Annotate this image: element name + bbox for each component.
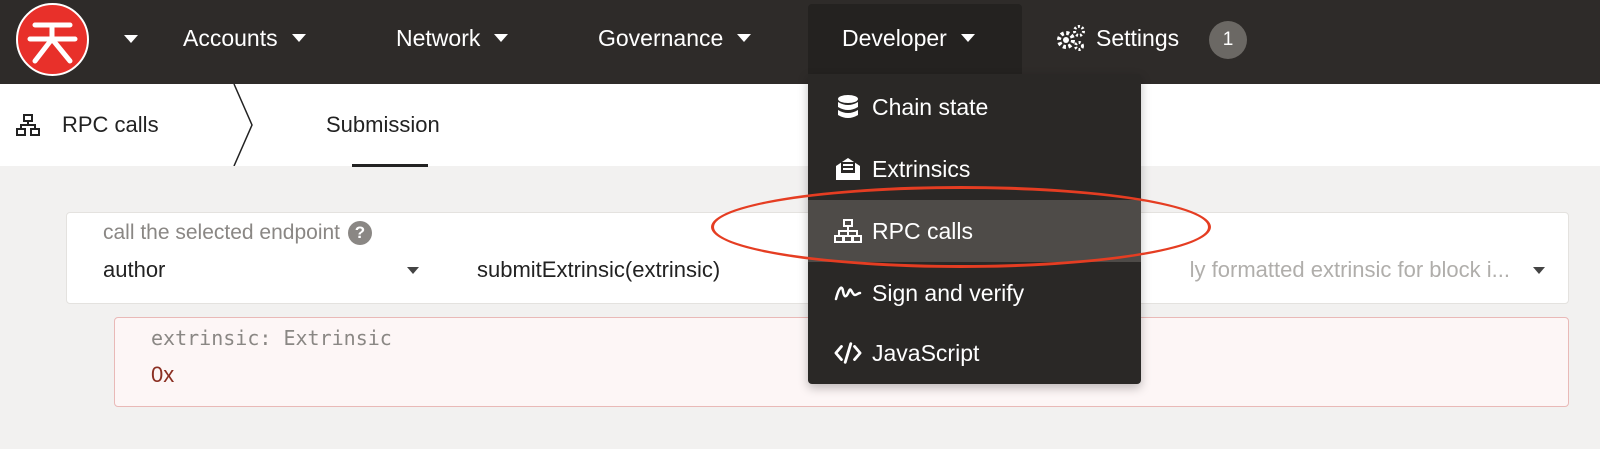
signature-icon bbox=[834, 279, 862, 307]
chevron-down-icon bbox=[960, 33, 975, 42]
top-navigation-bar: Accounts Network Governance Developer Se… bbox=[0, 0, 1600, 84]
chevron-down-icon[interactable] bbox=[1533, 267, 1545, 274]
help-icon[interactable]: ? bbox=[348, 221, 372, 245]
menu-item-label: Sign and verify bbox=[872, 279, 1025, 306]
chevron-down-icon[interactable] bbox=[407, 267, 419, 274]
menu-item-extrinsics[interactable]: Extrinsics bbox=[808, 138, 1141, 200]
method-select[interactable]: submitExtrinsic(extrinsic) bbox=[477, 257, 720, 283]
nav-governance[interactable]: Governance bbox=[598, 18, 752, 58]
menu-item-label: Extrinsics bbox=[872, 155, 971, 182]
network-icon bbox=[16, 114, 40, 136]
logo-glyph-icon bbox=[27, 22, 78, 64]
chevron-down-icon bbox=[291, 33, 306, 42]
database-icon bbox=[834, 93, 862, 121]
param-label: extrinsic: Extrinsic bbox=[151, 326, 392, 350]
tab-submission[interactable]: Submission bbox=[326, 112, 440, 138]
param-value[interactable]: 0x bbox=[151, 362, 174, 388]
developer-dropdown-menu: Chain state Extrinsics RPC calls Sign an… bbox=[808, 74, 1141, 384]
nav-network-label: Network bbox=[396, 25, 481, 51]
breadcrumb-separator-icon bbox=[233, 84, 253, 166]
nav-network[interactable]: Network bbox=[396, 18, 509, 58]
nav-governance-label: Governance bbox=[598, 25, 724, 51]
nav-developer-label: Developer bbox=[842, 25, 947, 51]
code-icon bbox=[834, 339, 862, 367]
gears-icon bbox=[1057, 25, 1085, 51]
active-tab-indicator bbox=[352, 164, 428, 167]
chevron-down-icon bbox=[737, 33, 752, 42]
nav-settings-label: Settings bbox=[1096, 25, 1180, 51]
settings-notification-badge: 1 bbox=[1209, 21, 1247, 59]
menu-item-sign-and-verify[interactable]: Sign and verify bbox=[808, 262, 1141, 324]
section-select[interactable]: author bbox=[103, 257, 415, 283]
network-icon bbox=[834, 217, 862, 245]
nav-accounts[interactable]: Accounts bbox=[183, 18, 306, 58]
nav-accounts-label: Accounts bbox=[183, 25, 278, 51]
menu-item-label: JavaScript bbox=[872, 339, 980, 366]
nav-settings[interactable]: Settings bbox=[1054, 18, 1179, 58]
call-endpoint-label: call the selected endpoint bbox=[103, 221, 340, 244]
logo-chevron-down-icon[interactable] bbox=[124, 35, 138, 43]
menu-item-javascript[interactable]: JavaScript bbox=[808, 322, 1141, 384]
menu-item-chain-state[interactable]: Chain state bbox=[808, 76, 1141, 138]
nav-developer[interactable]: Developer bbox=[842, 18, 975, 58]
call-endpoint-label-group: call the selected endpoint ? bbox=[103, 221, 372, 245]
section-select-value: author bbox=[103, 257, 166, 282]
envelope-icon bbox=[834, 155, 862, 183]
chevron-down-icon bbox=[494, 33, 509, 42]
sub-navigation-bar: RPC calls Submission bbox=[0, 84, 1600, 167]
menu-item-rpc-calls[interactable]: RPC calls bbox=[808, 200, 1141, 262]
menu-item-label: RPC calls bbox=[872, 217, 973, 244]
method-select-value: submitExtrinsic(extrinsic) bbox=[477, 257, 721, 282]
page-title-label: RPC calls bbox=[62, 112, 159, 137]
method-description: ly formatted extrinsic for block i... bbox=[1189, 257, 1510, 282]
menu-item-label: Chain state bbox=[872, 93, 989, 120]
page-title: RPC calls bbox=[16, 112, 159, 138]
app-logo[interactable] bbox=[16, 3, 89, 76]
